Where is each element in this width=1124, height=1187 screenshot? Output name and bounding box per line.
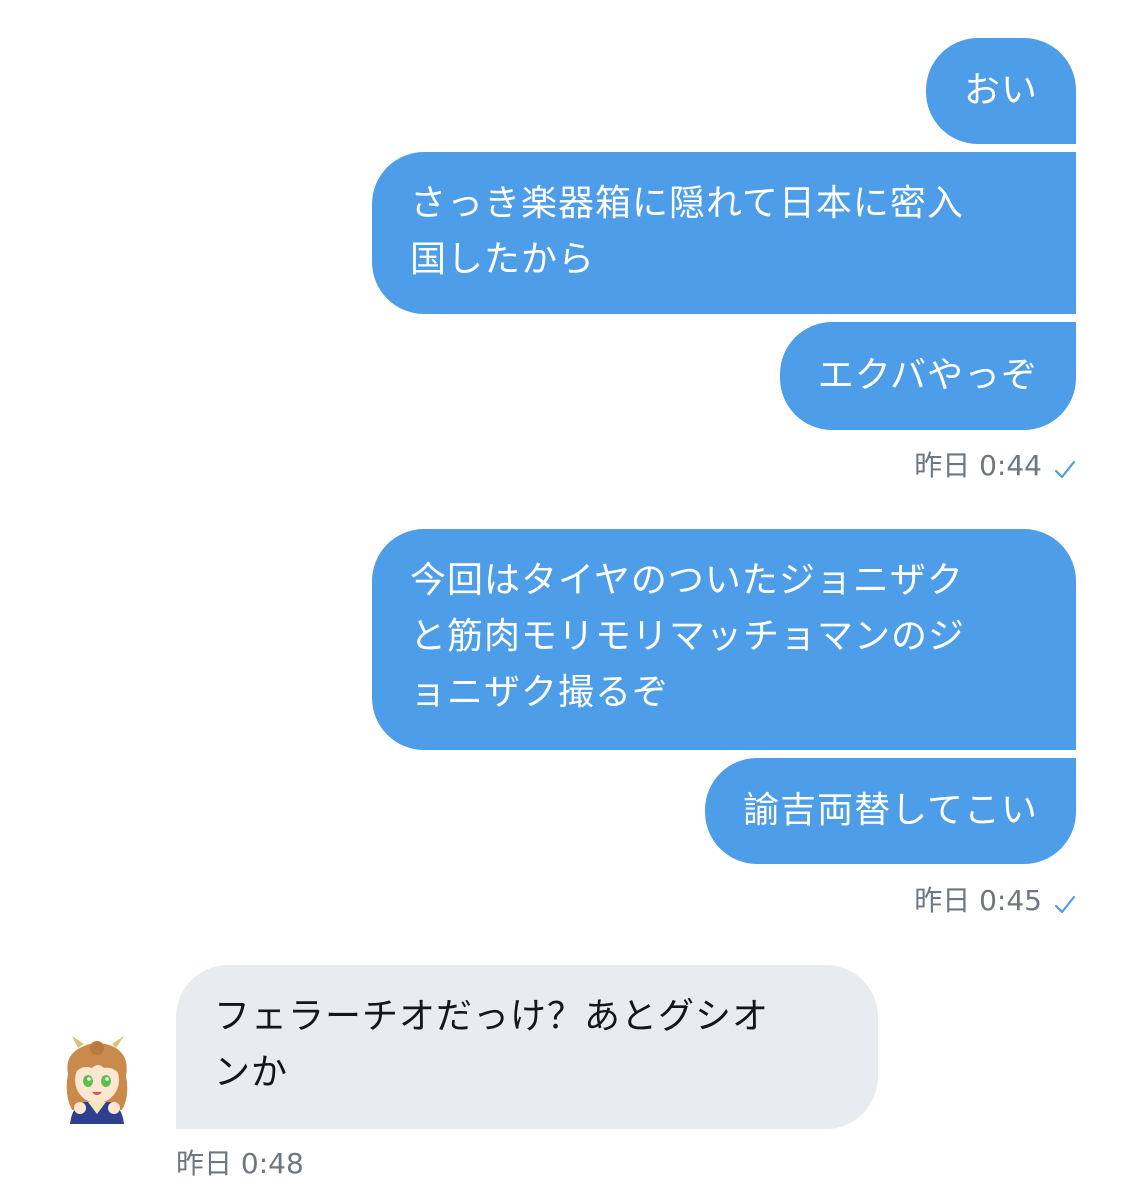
outgoing-message-bubble[interactable]: 今回はタイヤのついたジョニザク と筋肉モリモリマッチョマンのジ ョニザク撮るぞ: [372, 529, 1076, 750]
message-timestamp: 昨日 0:48: [176, 1147, 304, 1181]
check-icon: [1054, 890, 1076, 914]
outgoing-message-bubble[interactable]: おい: [925, 38, 1076, 144]
message-timestamp: 昨日 0:45: [914, 884, 1076, 918]
timestamp-text: 昨日 0:44: [914, 449, 1042, 482]
incoming-message-bubble[interactable]: フェラーチオだっけ？あとグシオ ンか: [176, 965, 878, 1129]
avatar[interactable]: [54, 1034, 140, 1124]
message-timestamp: 昨日 0:44: [914, 449, 1076, 483]
check-icon: [1054, 455, 1076, 479]
timestamp-text: 昨日 0:45: [914, 884, 1042, 917]
outgoing-message-bubble[interactable]: 諭吉両替してこい: [705, 758, 1076, 864]
outgoing-message-bubble[interactable]: エクバやっぞ: [779, 322, 1076, 430]
outgoing-message-bubble[interactable]: さっき楽器箱に隠れて日本に密入 国したから: [372, 152, 1076, 314]
timestamp-text: 昨日 0:48: [176, 1147, 304, 1180]
